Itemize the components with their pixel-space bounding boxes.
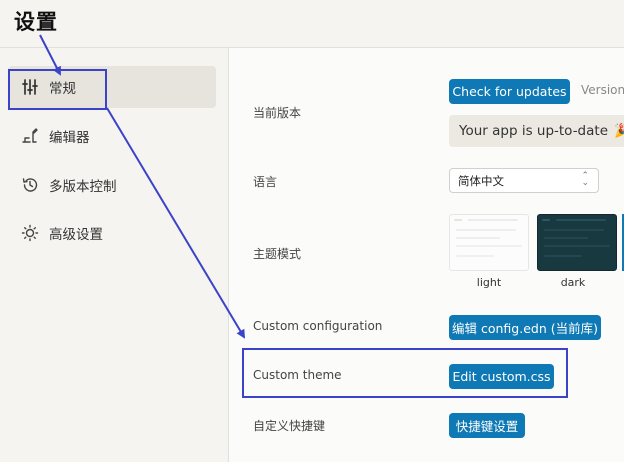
sidebar-item-label: 编辑器 bbox=[49, 130, 90, 146]
sidebar-divider bbox=[228, 47, 229, 462]
lightbulb-icon bbox=[20, 223, 40, 243]
theme-caption-light: light bbox=[476, 276, 502, 289]
theme-caption-dark: dark bbox=[560, 276, 586, 289]
theme-label: 主题模式 bbox=[253, 247, 302, 261]
check-updates-button[interactable]: Check for updates bbox=[449, 79, 570, 104]
history-icon bbox=[20, 175, 40, 195]
version-text: Version bbox=[581, 83, 624, 97]
sidebar-item-editor[interactable]: 编辑器 bbox=[8, 115, 216, 157]
theme-option-light[interactable] bbox=[449, 214, 529, 271]
update-status-text: Your app is up-to-date bbox=[459, 123, 609, 139]
language-label: 语言 bbox=[253, 175, 278, 189]
language-selected: 简体中文 bbox=[458, 173, 504, 188]
sidebar-item-label: 高级设置 bbox=[49, 227, 103, 243]
shortcuts-label: 自定义快捷键 bbox=[253, 419, 326, 433]
custom-config-label: Custom configuration bbox=[253, 319, 383, 333]
chevron-updown-icon: ⌃ ⌄ bbox=[581, 171, 589, 188]
edit-config-button[interactable]: 编辑 config.edn (当前库) bbox=[449, 315, 601, 340]
sidebar-item-label: 多版本控制 bbox=[49, 179, 117, 195]
annotation-box-custom-theme bbox=[242, 348, 568, 398]
sidebar-item-version-control[interactable]: 多版本控制 bbox=[8, 164, 216, 206]
page-title: 设置 bbox=[14, 10, 58, 34]
theme-option-dark[interactable] bbox=[537, 214, 617, 271]
language-select[interactable]: 简体中文 ⌃ ⌄ bbox=[449, 168, 599, 193]
editor-icon bbox=[20, 126, 40, 146]
shortcut-settings-button[interactable]: 快捷键设置 bbox=[449, 413, 525, 438]
sidebar-item-advanced[interactable]: 高级设置 bbox=[8, 212, 216, 254]
version-label: 当前版本 bbox=[253, 106, 302, 120]
party-icon: 🎉 bbox=[614, 123, 624, 139]
update-status: Your app is up-to-date 🎉 bbox=[449, 115, 624, 147]
annotation-box-general bbox=[8, 69, 107, 110]
